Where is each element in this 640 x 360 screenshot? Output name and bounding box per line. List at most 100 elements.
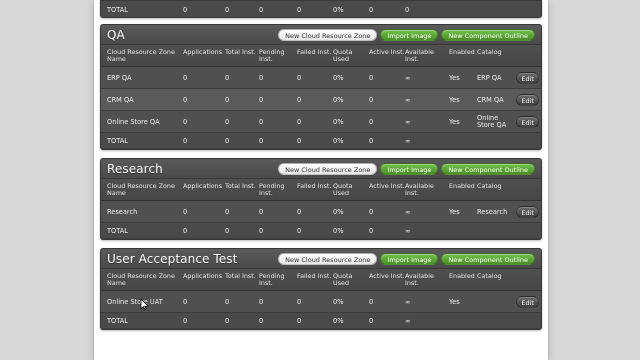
top-total-label: TOTAL	[107, 5, 128, 14]
total-applications: 0	[183, 316, 188, 325]
top-total-failed: 0	[297, 5, 302, 14]
top-total-total: 0	[225, 5, 230, 14]
pending-inst: 0	[259, 207, 264, 216]
edit-button[interactable]: Edit	[516, 205, 539, 218]
new-cloud-resource-zone-button[interactable]: New Cloud Resource Zone	[278, 162, 378, 175]
col-active-inst: Active Inst.	[369, 272, 405, 280]
total-available-inst: ∞	[405, 226, 411, 235]
available-inst: ∞	[405, 95, 411, 104]
total-failed-inst: 0	[297, 136, 302, 145]
quota-used: 0%	[333, 95, 344, 104]
zone-name: CRM QA	[107, 95, 134, 104]
section-user-acceptance-test: User Acceptance Test New Cloud Resource …	[100, 248, 542, 330]
total-pending-inst: 0	[259, 226, 264, 235]
enabled: Yes	[449, 73, 460, 82]
applications: 0	[183, 95, 188, 104]
total-active-inst: 0	[369, 226, 374, 235]
col-failed-inst: Failed Inst.	[297, 272, 332, 280]
col-pending-inst: Pending Inst.	[259, 272, 285, 287]
top-total-pending: 0	[259, 5, 264, 14]
section-actions: New Cloud Resource Zone Import Image New…	[278, 162, 535, 175]
section-title: Research	[107, 161, 163, 176]
col-enabled: Enabled	[449, 182, 475, 190]
col-applications: Applications	[183, 48, 223, 56]
catalog: Research	[477, 207, 508, 216]
col-zone-name: Cloud Resource Zone Name	[107, 272, 175, 287]
new-cloud-resource-zone-button[interactable]: New Cloud Resource Zone	[278, 28, 378, 41]
total-inst: 0	[225, 207, 230, 216]
col-available-inst: Available Inst.	[405, 48, 434, 63]
table-row: CRM QA 0 0 0 0 0% 0 ∞ Yes CRM QA Edit	[101, 89, 541, 111]
enabled: Yes	[449, 207, 460, 216]
table-header: Cloud Resource Zone Name Applications To…	[101, 179, 541, 201]
total-quota-used: 0%	[333, 136, 344, 145]
active-inst: 0	[369, 73, 374, 82]
edit-button[interactable]: Edit	[516, 93, 539, 106]
pending-inst: 0	[259, 117, 264, 126]
section-actions: New Cloud Resource Zone Import Image New…	[278, 28, 535, 41]
top-total-applications: 0	[183, 5, 188, 14]
col-pending-inst: Pending Inst.	[259, 182, 285, 197]
col-quota-used: Quota Used	[333, 272, 353, 287]
edit-button[interactable]: Edit	[516, 295, 539, 308]
col-actions	[517, 49, 539, 63]
new-cloud-resource-zone-button[interactable]: New Cloud Resource Zone	[278, 252, 378, 265]
applications: 0	[183, 207, 188, 216]
import-image-button[interactable]: Import Image	[380, 252, 439, 265]
catalog: Online Store QA	[477, 114, 507, 129]
new-component-outline-button[interactable]: New Component Outline	[441, 162, 535, 175]
col-zone-name: Cloud Resource Zone Name	[107, 182, 175, 197]
total-applications: 0	[183, 136, 188, 145]
enabled: Yes	[449, 95, 460, 104]
total-pending-inst: 0	[259, 136, 264, 145]
import-image-button[interactable]: Import Image	[380, 162, 439, 175]
total-label: TOTAL	[107, 136, 128, 145]
table-row: Research 0 0 0 0 0% 0 ∞ Yes Research Edi…	[101, 201, 541, 223]
zone-name: Online Store UAT	[107, 297, 163, 306]
section-header: User Acceptance Test New Cloud Resource …	[101, 249, 541, 269]
col-applications: Applications	[183, 182, 223, 190]
col-enabled: Enabled	[449, 272, 475, 280]
zone-name: ERP QA	[107, 73, 132, 82]
total-total-inst: 0	[225, 316, 230, 325]
section-research: Research New Cloud Resource Zone Import …	[100, 158, 542, 240]
total-quota-used: 0%	[333, 316, 344, 325]
import-image-button[interactable]: Import Image	[380, 28, 439, 41]
table-row: Online Store QA 0 0 0 0 0% 0 ∞ Yes Onlin…	[101, 111, 541, 133]
col-pending-inst: Pending Inst.	[259, 48, 285, 63]
zone-name: Online Store QA	[107, 117, 160, 126]
col-active-inst: Active Inst.	[369, 182, 405, 190]
total-available-inst: ∞	[405, 136, 411, 145]
total-pending-inst: 0	[259, 316, 264, 325]
quota-used: 0%	[333, 117, 344, 126]
new-component-outline-button[interactable]: New Component Outline	[441, 28, 535, 41]
table-row: Online Store UAT 0 0 0 0 0% 0 ∞ Yes Edit	[101, 291, 541, 313]
section-title: User Acceptance Test	[107, 251, 238, 266]
col-catalog: Catalog	[477, 272, 502, 280]
total-inst: 0	[225, 73, 230, 82]
table-row: ERP QA 0 0 0 0 0% 0 ∞ Yes ERP QA Edit	[101, 67, 541, 89]
col-available-inst: Available Inst.	[405, 182, 434, 197]
applications: 0	[183, 117, 188, 126]
col-available-inst: Available Inst.	[405, 272, 434, 287]
applications: 0	[183, 73, 188, 82]
col-total-inst: Total Inst.	[225, 48, 256, 56]
pending-inst: 0	[259, 297, 264, 306]
previous-section-total-strip: TOTAL 0 0 0 0 0% 0 0	[100, 0, 542, 18]
failed-inst: 0	[297, 95, 302, 104]
table-total-row: TOTAL 0 0 0 0 0% 0 ∞	[101, 223, 541, 239]
new-component-outline-button[interactable]: New Component Outline	[441, 252, 535, 265]
edit-button[interactable]: Edit	[516, 71, 539, 84]
enabled: Yes	[449, 297, 460, 306]
zones-table: Cloud Resource Zone Name Applications To…	[101, 269, 541, 329]
col-enabled: Enabled	[449, 48, 475, 56]
table-total-row: TOTAL 0 0 0 0 0% 0 ∞	[101, 133, 541, 149]
col-total-inst: Total Inst.	[225, 272, 256, 280]
section-qa: QA New Cloud Resource Zone Import Image …	[100, 24, 542, 150]
edit-button[interactable]: Edit	[516, 115, 539, 128]
failed-inst: 0	[297, 117, 302, 126]
col-actions	[517, 273, 539, 287]
total-inst: 0	[225, 297, 230, 306]
col-applications: Applications	[183, 272, 223, 280]
total-label: TOTAL	[107, 316, 128, 325]
